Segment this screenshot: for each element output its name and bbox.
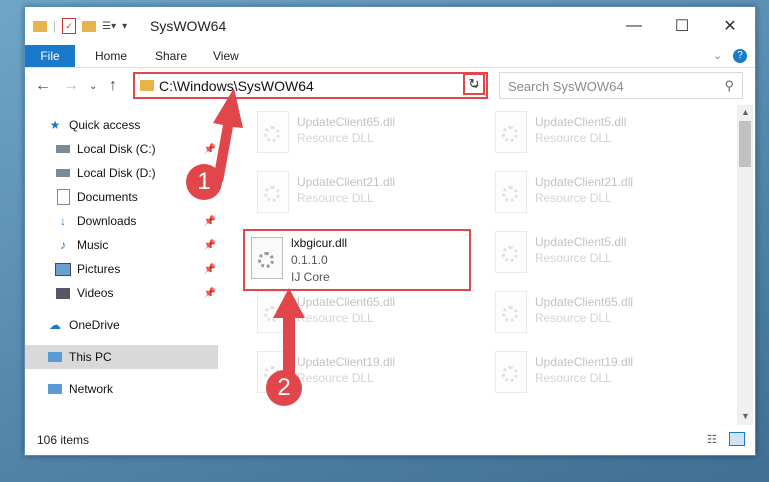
annotation-badge-1: 1 [186,164,222,200]
file-item[interactable]: UpdateClient19.dll Resource DLL [479,351,709,405]
quick-access-toolbar: | ✓ ☰▾ ▾ [33,17,127,35]
navigation-pane: ★ Quick access Local Disk (C:) 📌 Local D… [25,105,218,425]
dll-file-icon [495,231,527,273]
sidebar-item-pictures[interactable]: Pictures 📌 [25,257,218,281]
scroll-down-icon[interactable]: ▼ [741,411,750,421]
close-button[interactable]: ✕ [707,11,753,41]
scroll-thumb[interactable] [739,121,751,167]
title-bar: | ✓ ☰▾ ▾ SysWOW64 — ☐ ✕ [25,7,755,45]
details-view-icon[interactable]: ☷ [707,433,717,446]
sidebar-item-network[interactable]: Network [25,377,218,401]
dll-file-icon [495,351,527,393]
drive-icon [55,165,71,181]
dll-file-icon [495,111,527,153]
explorer-window: | ✓ ☰▾ ▾ SysWOW64 — ☐ ✕ File Home Share … [24,6,756,456]
back-button[interactable]: ← [35,77,51,95]
annotation-badge-2: 2 [266,370,302,406]
refresh-button[interactable]: ↻ [463,73,485,95]
download-icon: ↓ [60,214,66,228]
file-version: 0.1.1.0 [291,253,328,267]
sidebar-item-this-pc[interactable]: This PC [25,345,218,369]
computer-icon [47,349,63,365]
dropdown-arrow-icon[interactable]: ▾ [122,21,127,32]
sidebar-item-onedrive[interactable]: ☁ OneDrive [25,313,218,337]
item-count: 106 items [37,433,90,447]
file-item[interactable]: UpdateClient21.dll Resource DLL [241,171,471,225]
pin-icon[interactable]: 📌 [204,288,216,299]
properties-icon[interactable]: ✓ [62,18,77,34]
search-input[interactable]: Search SysWOW64 ⚲ [499,72,743,99]
network-icon [47,381,63,397]
pin-icon[interactable]: 📌 [204,264,216,275]
dll-file-icon [257,171,289,213]
tab-home[interactable]: Home [95,45,127,67]
file-item[interactable]: UpdateClient65.dll Resource DLL [241,291,471,345]
sidebar-item-music[interactable]: ♪ Music 📌 [25,233,218,257]
file-item[interactable]: UpdateClient65.dll Resource DLL [479,291,709,345]
scroll-up-icon[interactable]: ▲ [741,107,750,117]
picture-icon [55,261,71,277]
address-text: C:\Windows\SysWOW64 [159,78,314,94]
music-icon: ♪ [60,238,66,252]
dll-file-icon [257,291,289,333]
search-placeholder: Search SysWOW64 [508,79,624,94]
dll-file-icon [257,111,289,153]
sidebar-item-downloads[interactable]: ↓ Downloads 📌 [25,209,218,233]
up-button[interactable]: ↑ [109,77,117,95]
forward-button[interactable]: → [63,77,79,95]
search-icon: ⚲ [724,78,734,93]
pin-icon[interactable]: 📌 [204,144,216,155]
status-bar: 106 items ☷ [25,427,755,453]
file-item[interactable]: UpdateClient21.dll Resource DLL [479,171,709,225]
document-icon [55,189,71,205]
maximize-button[interactable]: ☐ [659,11,705,41]
ribbon: File Home Share View ⌄ ? [25,45,755,68]
pin-icon[interactable]: 📌 [204,240,216,251]
file-name: lxbgicur.dll [291,236,348,250]
file-item[interactable]: UpdateClient65.dll Resource DLL [241,111,471,165]
cloud-icon: ☁ [49,318,61,332]
expand-ribbon-icon[interactable]: ⌄ [713,49,722,62]
tiles-view-icon[interactable] [729,432,745,446]
dll-file-icon [495,171,527,213]
navigation-bar: ← → ⌄ ↑ C:\Windows\SysWOW64 ⌄ ↻ Search S… [25,68,755,104]
dll-file-icon [495,291,527,333]
tab-file[interactable]: File [25,45,75,67]
sidebar-item-local-disk-c[interactable]: Local Disk (C:) 📌 [25,137,218,161]
file-item[interactable]: UpdateClient5.dll Resource DLL [479,111,709,165]
sidebar-item-quick-access[interactable]: ★ Quick access [25,113,218,137]
drive-icon [55,141,71,157]
tab-view[interactable]: View [213,45,239,67]
folder-icon [140,80,154,91]
customize-icon[interactable]: ☰▾ [102,21,116,32]
star-icon: ★ [49,118,61,132]
video-icon [55,285,71,301]
sidebar-item-videos[interactable]: Videos 📌 [25,281,218,305]
folder-icon[interactable] [33,20,47,32]
vertical-scrollbar[interactable]: ▲ ▼ [737,105,753,425]
window-title: SysWOW64 [150,18,227,34]
new-folder-icon[interactable] [82,20,97,32]
file-item[interactable]: UpdateClient5.dll Resource DLL [479,231,709,285]
selected-file-item[interactable]: lxbgicur.dll 0.1.1.0 IJ Core [243,229,471,291]
file-company: IJ Core [291,270,330,284]
help-icon[interactable]: ? [733,49,747,63]
dll-file-icon [251,237,283,279]
minimize-button[interactable]: — [611,11,657,41]
recent-locations-icon[interactable]: ⌄ [89,81,97,92]
address-bar[interactable]: C:\Windows\SysWOW64 ⌄ [133,72,488,99]
pin-icon[interactable]: 📌 [204,216,216,227]
tab-share[interactable]: Share [155,45,187,67]
